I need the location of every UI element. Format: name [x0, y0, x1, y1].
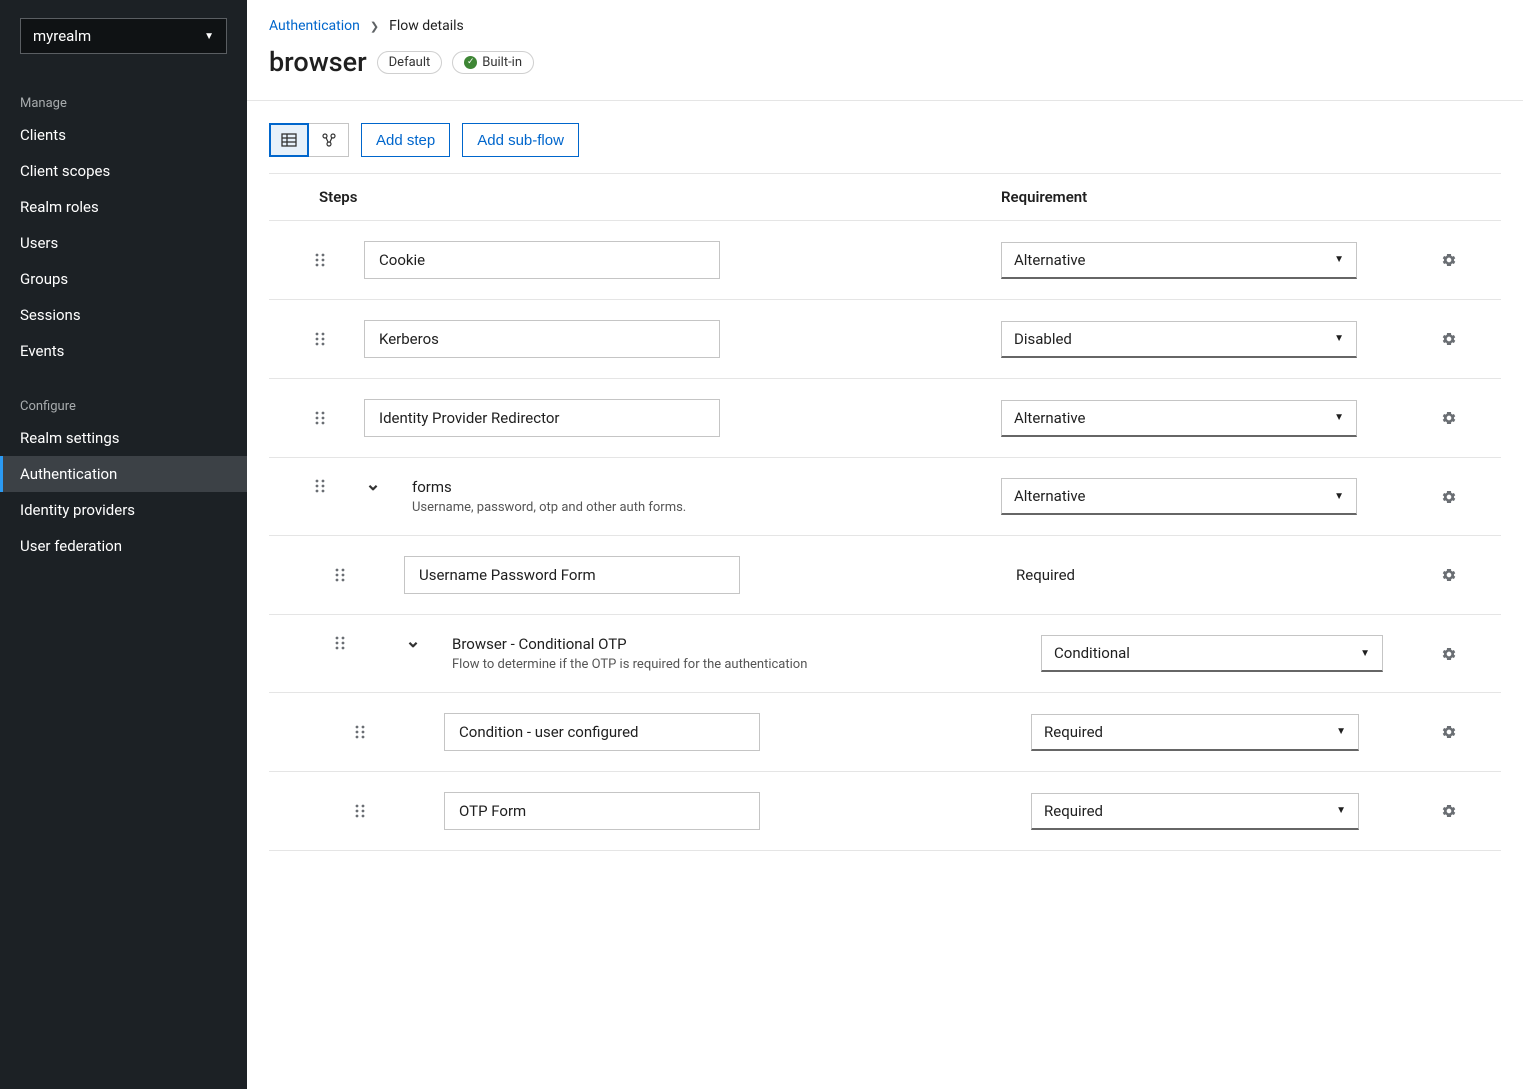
- flow-subflow-row: ⌄ forms Username, password, otp and other …: [269, 458, 1501, 536]
- nav-section-title: Manage: [0, 90, 247, 117]
- default-badge: Default: [377, 51, 443, 74]
- subflow-info: forms Username, password, otp and other a…: [412, 478, 686, 515]
- caret-down-icon: ▼: [1334, 412, 1344, 423]
- drag-handle-icon[interactable]: [334, 635, 354, 651]
- subflow-info: Browser - Conditional OTP Flow to determi…: [452, 635, 807, 672]
- drag-handle-icon[interactable]: [354, 803, 374, 819]
- row-settings-button[interactable]: [1441, 803, 1501, 819]
- page-title: browser: [269, 46, 367, 78]
- row-settings-button[interactable]: [1441, 410, 1501, 426]
- sidebar: myrealm ▼ Manage ClientsClient scopesRea…: [0, 0, 247, 1089]
- sidebar-item-events[interactable]: Events: [0, 333, 247, 369]
- chevron-down-icon[interactable]: ⌄: [364, 478, 382, 492]
- step-name-box: Condition - user configured: [444, 713, 760, 751]
- flow-step-row: Cookie Alternative▼: [269, 221, 1501, 300]
- nav-section-manage: Manage ClientsClient scopesRealm rolesUs…: [0, 90, 247, 369]
- sidebar-item-users[interactable]: Users: [0, 225, 247, 261]
- col-steps-header: Steps: [269, 188, 1001, 206]
- page-header: browser Default ✓ Built-in: [247, 40, 1523, 101]
- builtin-badge: ✓ Built-in: [452, 51, 534, 74]
- flow-header: Steps Requirement: [269, 173, 1501, 221]
- col-req-header: Requirement: [1001, 188, 1441, 206]
- toolbar: Add step Add sub-flow: [247, 101, 1523, 173]
- view-table-button[interactable]: [269, 123, 309, 157]
- row-settings-button[interactable]: [1441, 331, 1501, 347]
- sidebar-item-identity-providers[interactable]: Identity providers: [0, 492, 247, 528]
- subflow-desc: Flow to determine if the OTP is required…: [452, 657, 807, 672]
- caret-down-icon: ▼: [204, 31, 214, 42]
- flow-step-row: OTP Form Required▼: [269, 772, 1501, 851]
- subflow-name: forms: [412, 478, 686, 496]
- realm-name: myrealm: [33, 27, 91, 45]
- caret-down-icon: ▼: [1336, 805, 1346, 816]
- main: Authentication ❯ Flow details browser De…: [247, 0, 1523, 1089]
- chevron-down-icon[interactable]: ⌄: [404, 635, 422, 649]
- table-icon: [281, 132, 297, 148]
- requirement-select[interactable]: Required▼: [1031, 714, 1359, 751]
- flow-table: Steps Requirement Cookie Alternative▼ Kerb…: [269, 173, 1501, 851]
- sidebar-item-realm-roles[interactable]: Realm roles: [0, 189, 247, 225]
- check-circle-icon: ✓: [464, 56, 477, 69]
- add-sub-flow-button[interactable]: Add sub-flow: [462, 123, 579, 157]
- caret-down-icon: ▼: [1360, 648, 1370, 659]
- breadcrumb-root[interactable]: Authentication: [269, 18, 360, 34]
- flow-subflow-row: ⌄ Browser - Conditional OTP Flow to determ…: [269, 615, 1501, 693]
- step-name-box: Kerberos: [364, 320, 720, 358]
- step-name-box: OTP Form: [444, 792, 760, 830]
- drag-handle-icon[interactable]: [314, 410, 334, 426]
- caret-down-icon: ▼: [1336, 726, 1346, 737]
- diagram-icon: [321, 132, 337, 148]
- drag-handle-icon[interactable]: [354, 724, 374, 740]
- flow-step-row: Identity Provider Redirector Alternative▼: [269, 379, 1501, 458]
- requirement-select[interactable]: Alternative▼: [1001, 400, 1357, 437]
- requirement-select[interactable]: Required▼: [1031, 793, 1359, 830]
- sidebar-item-groups[interactable]: Groups: [0, 261, 247, 297]
- caret-down-icon: ▼: [1334, 254, 1344, 265]
- sidebar-item-realm-settings[interactable]: Realm settings: [0, 420, 247, 456]
- step-name-box: Username Password Form: [404, 556, 740, 594]
- flow-step-row: Condition - user configured Required▼: [269, 693, 1501, 772]
- step-name-box: Identity Provider Redirector: [364, 399, 720, 437]
- row-settings-button[interactable]: [1441, 252, 1501, 268]
- row-settings-button[interactable]: [1441, 489, 1501, 505]
- requirement-select[interactable]: Conditional▼: [1041, 635, 1383, 672]
- sidebar-item-user-federation[interactable]: User federation: [0, 528, 247, 564]
- requirement-select[interactable]: Alternative▼: [1001, 242, 1357, 279]
- row-settings-button[interactable]: [1441, 567, 1501, 583]
- add-step-button[interactable]: Add step: [361, 123, 450, 157]
- step-name-box: Cookie: [364, 241, 720, 279]
- realm-selector[interactable]: myrealm ▼: [20, 18, 227, 54]
- nav-section-configure: Configure Realm settingsAuthenticationId…: [0, 393, 247, 564]
- row-settings-button[interactable]: [1441, 646, 1501, 662]
- sidebar-item-clients[interactable]: Clients: [0, 117, 247, 153]
- view-diagram-button[interactable]: [309, 123, 349, 157]
- caret-down-icon: ▼: [1334, 333, 1344, 344]
- drag-handle-icon[interactable]: [334, 567, 354, 583]
- col-actions-header: [1441, 188, 1501, 206]
- breadcrumb: Authentication ❯ Flow details: [247, 0, 1523, 40]
- chevron-right-icon: ❯: [370, 20, 379, 33]
- drag-handle-icon[interactable]: [314, 252, 334, 268]
- breadcrumb-current: Flow details: [389, 18, 464, 34]
- sidebar-item-client-scopes[interactable]: Client scopes: [0, 153, 247, 189]
- flow-step-row: Kerberos Disabled▼: [269, 300, 1501, 379]
- subflow-name: Browser - Conditional OTP: [452, 635, 807, 653]
- drag-handle-icon[interactable]: [314, 478, 334, 494]
- nav-section-title: Configure: [0, 393, 247, 420]
- row-settings-button[interactable]: [1441, 724, 1501, 740]
- flow-step-row: Username Password Form Required: [269, 536, 1501, 615]
- drag-handle-icon[interactable]: [314, 331, 334, 347]
- requirement-select[interactable]: Disabled▼: [1001, 321, 1357, 358]
- caret-down-icon: ▼: [1334, 491, 1344, 502]
- sidebar-item-authentication[interactable]: Authentication: [0, 456, 247, 492]
- subflow-desc: Username, password, otp and other auth f…: [412, 500, 686, 515]
- requirement-static: Required: [1016, 566, 1441, 584]
- sidebar-item-sessions[interactable]: Sessions: [0, 297, 247, 333]
- requirement-select[interactable]: Alternative▼: [1001, 478, 1357, 515]
- view-toggle: [269, 123, 349, 157]
